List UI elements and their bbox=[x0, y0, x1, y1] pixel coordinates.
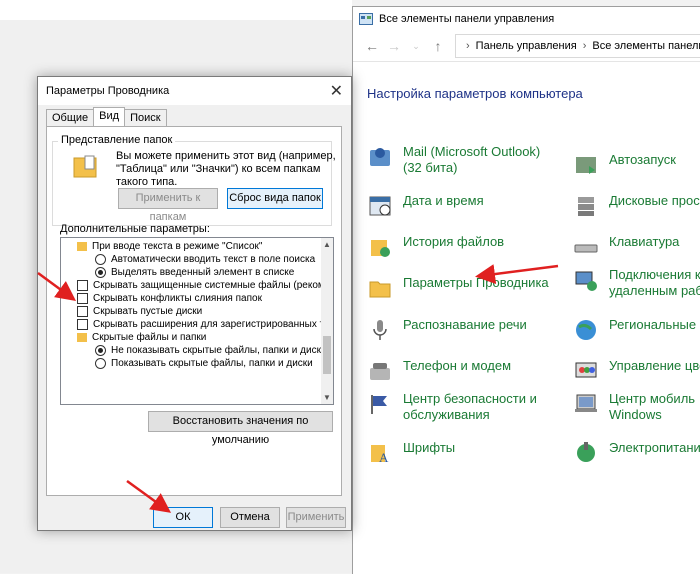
annotation-arrows bbox=[37, 264, 559, 513]
arrow-to-hide-extensions bbox=[37, 271, 77, 301]
arrow-to-folder-options bbox=[475, 264, 559, 285]
arrow-to-ok-button bbox=[126, 479, 172, 513]
